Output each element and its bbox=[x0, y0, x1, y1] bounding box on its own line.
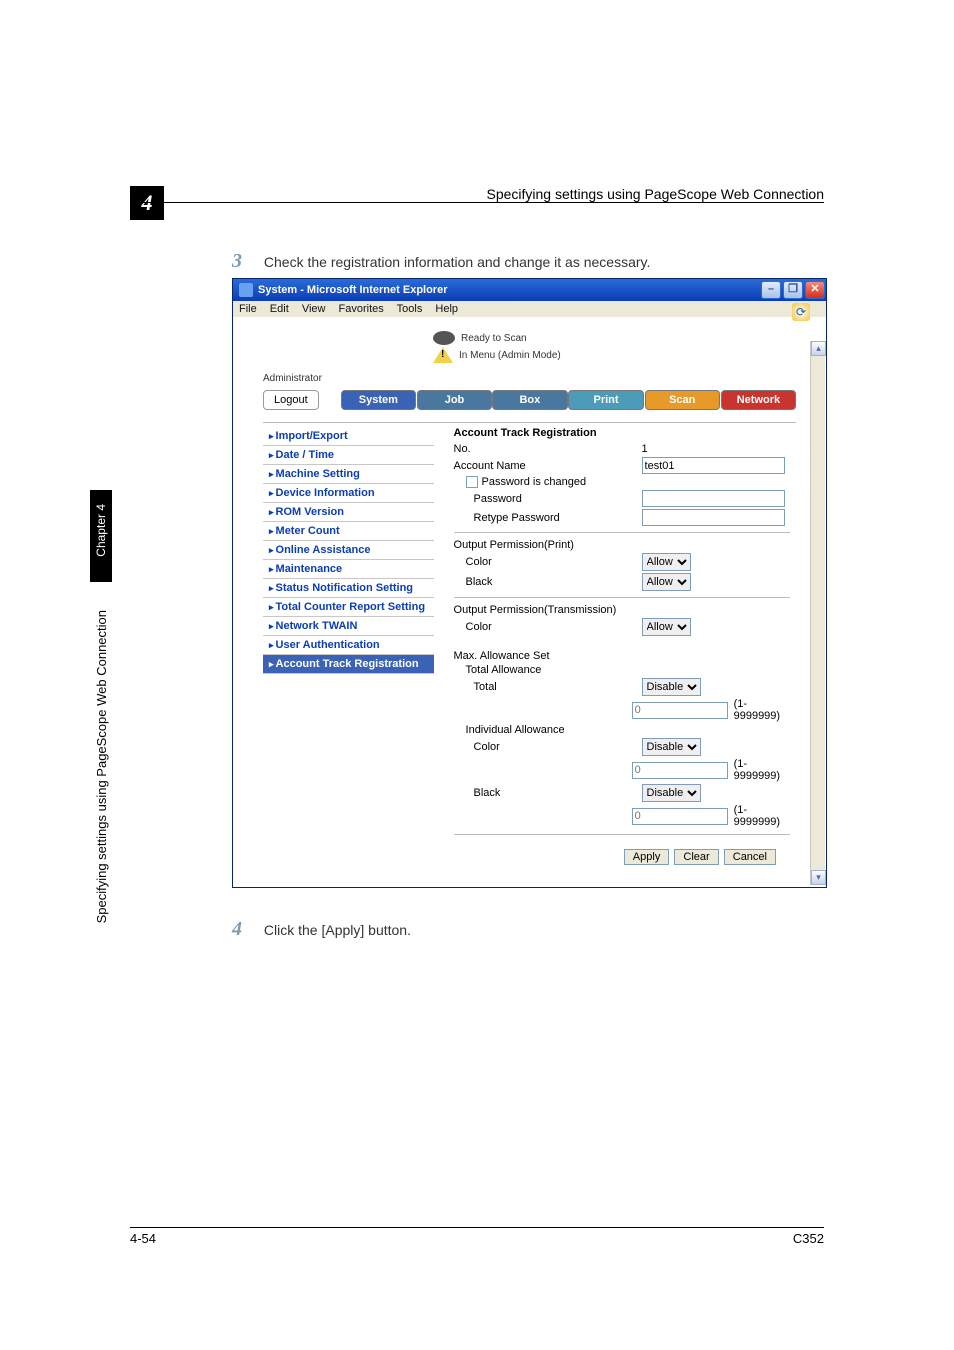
chapter-tab: Chapter 4 bbox=[90, 490, 112, 582]
indiv-black-num-input[interactable] bbox=[632, 808, 728, 825]
printer-icon bbox=[433, 331, 455, 345]
browser-content: Ready to Scan In Menu (Admin Mode) Admin… bbox=[233, 321, 826, 887]
warning-icon bbox=[433, 347, 453, 363]
ie-icon bbox=[239, 283, 253, 297]
apply-button[interactable]: Apply bbox=[624, 849, 670, 865]
menu-file[interactable]: File bbox=[239, 303, 257, 315]
sidebar-item-meter-count[interactable]: Meter Count bbox=[263, 522, 434, 541]
menubar: ⟳ File Edit View Favorites Tools Help bbox=[233, 301, 826, 317]
sidebar-item-device-info[interactable]: Device Information bbox=[263, 484, 434, 503]
window-title: System - Microsoft Internet Explorer bbox=[258, 284, 448, 296]
titlebar: System - Microsoft Internet Explorer – ❐… bbox=[233, 279, 826, 301]
total-range: (1-9999999) bbox=[734, 698, 790, 722]
no-label: No. bbox=[454, 443, 642, 455]
scroll-up-icon[interactable]: ▴ bbox=[811, 341, 826, 356]
tab-system[interactable]: System bbox=[341, 390, 416, 410]
sidebar-item-user-auth[interactable]: User Authentication bbox=[263, 636, 434, 655]
total-num-input[interactable] bbox=[632, 702, 728, 719]
sidebar-item-network-twain[interactable]: Network TWAIN bbox=[263, 617, 434, 636]
status-ready: Ready to Scan bbox=[461, 333, 527, 344]
indiv-black-label: Black bbox=[454, 787, 642, 799]
no-value: 1 bbox=[642, 443, 648, 455]
op-trans-title: Output Permission(Transmission) bbox=[454, 604, 617, 616]
vertical-scrollbar[interactable]: ▴ ▾ bbox=[810, 341, 825, 885]
max-allowance-title: Max. Allowance Set bbox=[454, 650, 550, 662]
status-mode: In Menu (Admin Mode) bbox=[459, 350, 561, 361]
sidebar-item-machine-setting[interactable]: Machine Setting bbox=[263, 465, 434, 484]
indiv-black-select[interactable]: Disable bbox=[642, 784, 701, 802]
indiv-color-num-input[interactable] bbox=[632, 762, 728, 779]
sidebar-item-rom-version[interactable]: ROM Version bbox=[263, 503, 434, 522]
op-print-color-select[interactable]: Allow bbox=[642, 553, 691, 571]
scroll-down-icon[interactable]: ▾ bbox=[811, 870, 826, 885]
step-4-text: Click the [Apply] button. bbox=[264, 922, 411, 938]
account-name-input[interactable] bbox=[642, 457, 785, 474]
total-select[interactable]: Disable bbox=[642, 678, 701, 696]
op-print-black-select[interactable]: Allow bbox=[642, 573, 691, 591]
ie-window: System - Microsoft Internet Explorer – ❐… bbox=[232, 278, 827, 888]
minimize-button[interactable]: – bbox=[761, 281, 781, 299]
footer-rule bbox=[130, 1227, 824, 1228]
indiv-black-range: (1-9999999) bbox=[734, 804, 790, 828]
vertical-section-label: Specifying settings using PageScope Web … bbox=[94, 610, 109, 923]
panel-title: Account Track Registration bbox=[454, 427, 790, 439]
password-input[interactable] bbox=[642, 490, 785, 507]
sidebar-item-maintenance[interactable]: Maintenance bbox=[263, 560, 434, 579]
menu-tools[interactable]: Tools bbox=[397, 303, 423, 315]
form-panel: Account Track Registration No.1 Account … bbox=[434, 427, 796, 881]
total-allowance-label: Total Allowance bbox=[454, 664, 642, 676]
tab-scan[interactable]: Scan bbox=[645, 390, 720, 410]
sidebar-item-online-assistance[interactable]: Online Assistance bbox=[263, 541, 434, 560]
footer-model: C352 bbox=[793, 1231, 824, 1246]
retype-password-label: Retype Password bbox=[454, 512, 642, 524]
op-print-title: Output Permission(Print) bbox=[454, 539, 574, 551]
menu-edit[interactable]: Edit bbox=[270, 303, 289, 315]
op-trans-color-select[interactable]: Allow bbox=[642, 618, 691, 636]
menu-favorites[interactable]: Favorites bbox=[339, 303, 384, 315]
tab-job[interactable]: Job bbox=[417, 390, 492, 410]
account-name-label: Account Name bbox=[454, 460, 642, 472]
sidebar-item-date-time[interactable]: Date / Time bbox=[263, 446, 434, 465]
indiv-color-range: (1-9999999) bbox=[734, 758, 790, 782]
sidebar: Import/Export Date / Time Machine Settin… bbox=[263, 427, 434, 881]
step-3: 3 Check the registration information and… bbox=[232, 250, 650, 273]
maximize-button[interactable]: ❐ bbox=[783, 281, 803, 299]
sidebar-item-status-notification[interactable]: Status Notification Setting bbox=[263, 579, 434, 598]
menu-help[interactable]: Help bbox=[435, 303, 458, 315]
step-3-num: 3 bbox=[232, 250, 242, 272]
cancel-button[interactable]: Cancel bbox=[724, 849, 776, 865]
op-print-black-label: Black bbox=[454, 576, 642, 588]
clear-button[interactable]: Clear bbox=[674, 849, 718, 865]
step-4-num: 4 bbox=[232, 918, 242, 940]
total-label: Total bbox=[454, 681, 642, 693]
page-header-title: Specifying settings using PageScope Web … bbox=[486, 186, 824, 202]
retype-password-input[interactable] bbox=[642, 509, 785, 526]
password-changed-label: Password is changed bbox=[482, 476, 587, 488]
sidebar-item-total-counter-report[interactable]: Total Counter Report Setting bbox=[263, 598, 434, 617]
op-trans-color-label: Color bbox=[454, 621, 642, 633]
individual-allowance-label: Individual Allowance bbox=[454, 724, 642, 736]
menu-view[interactable]: View bbox=[302, 303, 326, 315]
sidebar-item-import-export[interactable]: Import/Export bbox=[263, 427, 434, 446]
tab-box[interactable]: Box bbox=[492, 390, 567, 410]
step-3-text: Check the registration information and c… bbox=[264, 254, 651, 270]
ie-throbber-icon: ⟳ bbox=[792, 303, 810, 321]
footer-page-num: 4-54 bbox=[130, 1231, 156, 1246]
op-print-color-label: Color bbox=[454, 556, 642, 568]
admin-label: Administrator bbox=[263, 373, 796, 384]
sidebar-item-account-track-reg[interactable]: Account Track Registration bbox=[263, 655, 434, 674]
chapter-number: 4 bbox=[130, 186, 164, 220]
step-4: 4 Click the [Apply] button. bbox=[232, 918, 411, 941]
indiv-color-label: Color bbox=[454, 741, 642, 753]
close-button[interactable]: ✕ bbox=[805, 281, 825, 299]
tab-network[interactable]: Network bbox=[721, 390, 796, 410]
indiv-color-select[interactable]: Disable bbox=[642, 738, 701, 756]
tab-print[interactable]: Print bbox=[568, 390, 643, 410]
password-changed-checkbox[interactable] bbox=[466, 476, 478, 488]
password-label: Password bbox=[454, 493, 642, 505]
logout-button[interactable]: Logout bbox=[263, 390, 319, 410]
header-rule bbox=[130, 202, 824, 203]
